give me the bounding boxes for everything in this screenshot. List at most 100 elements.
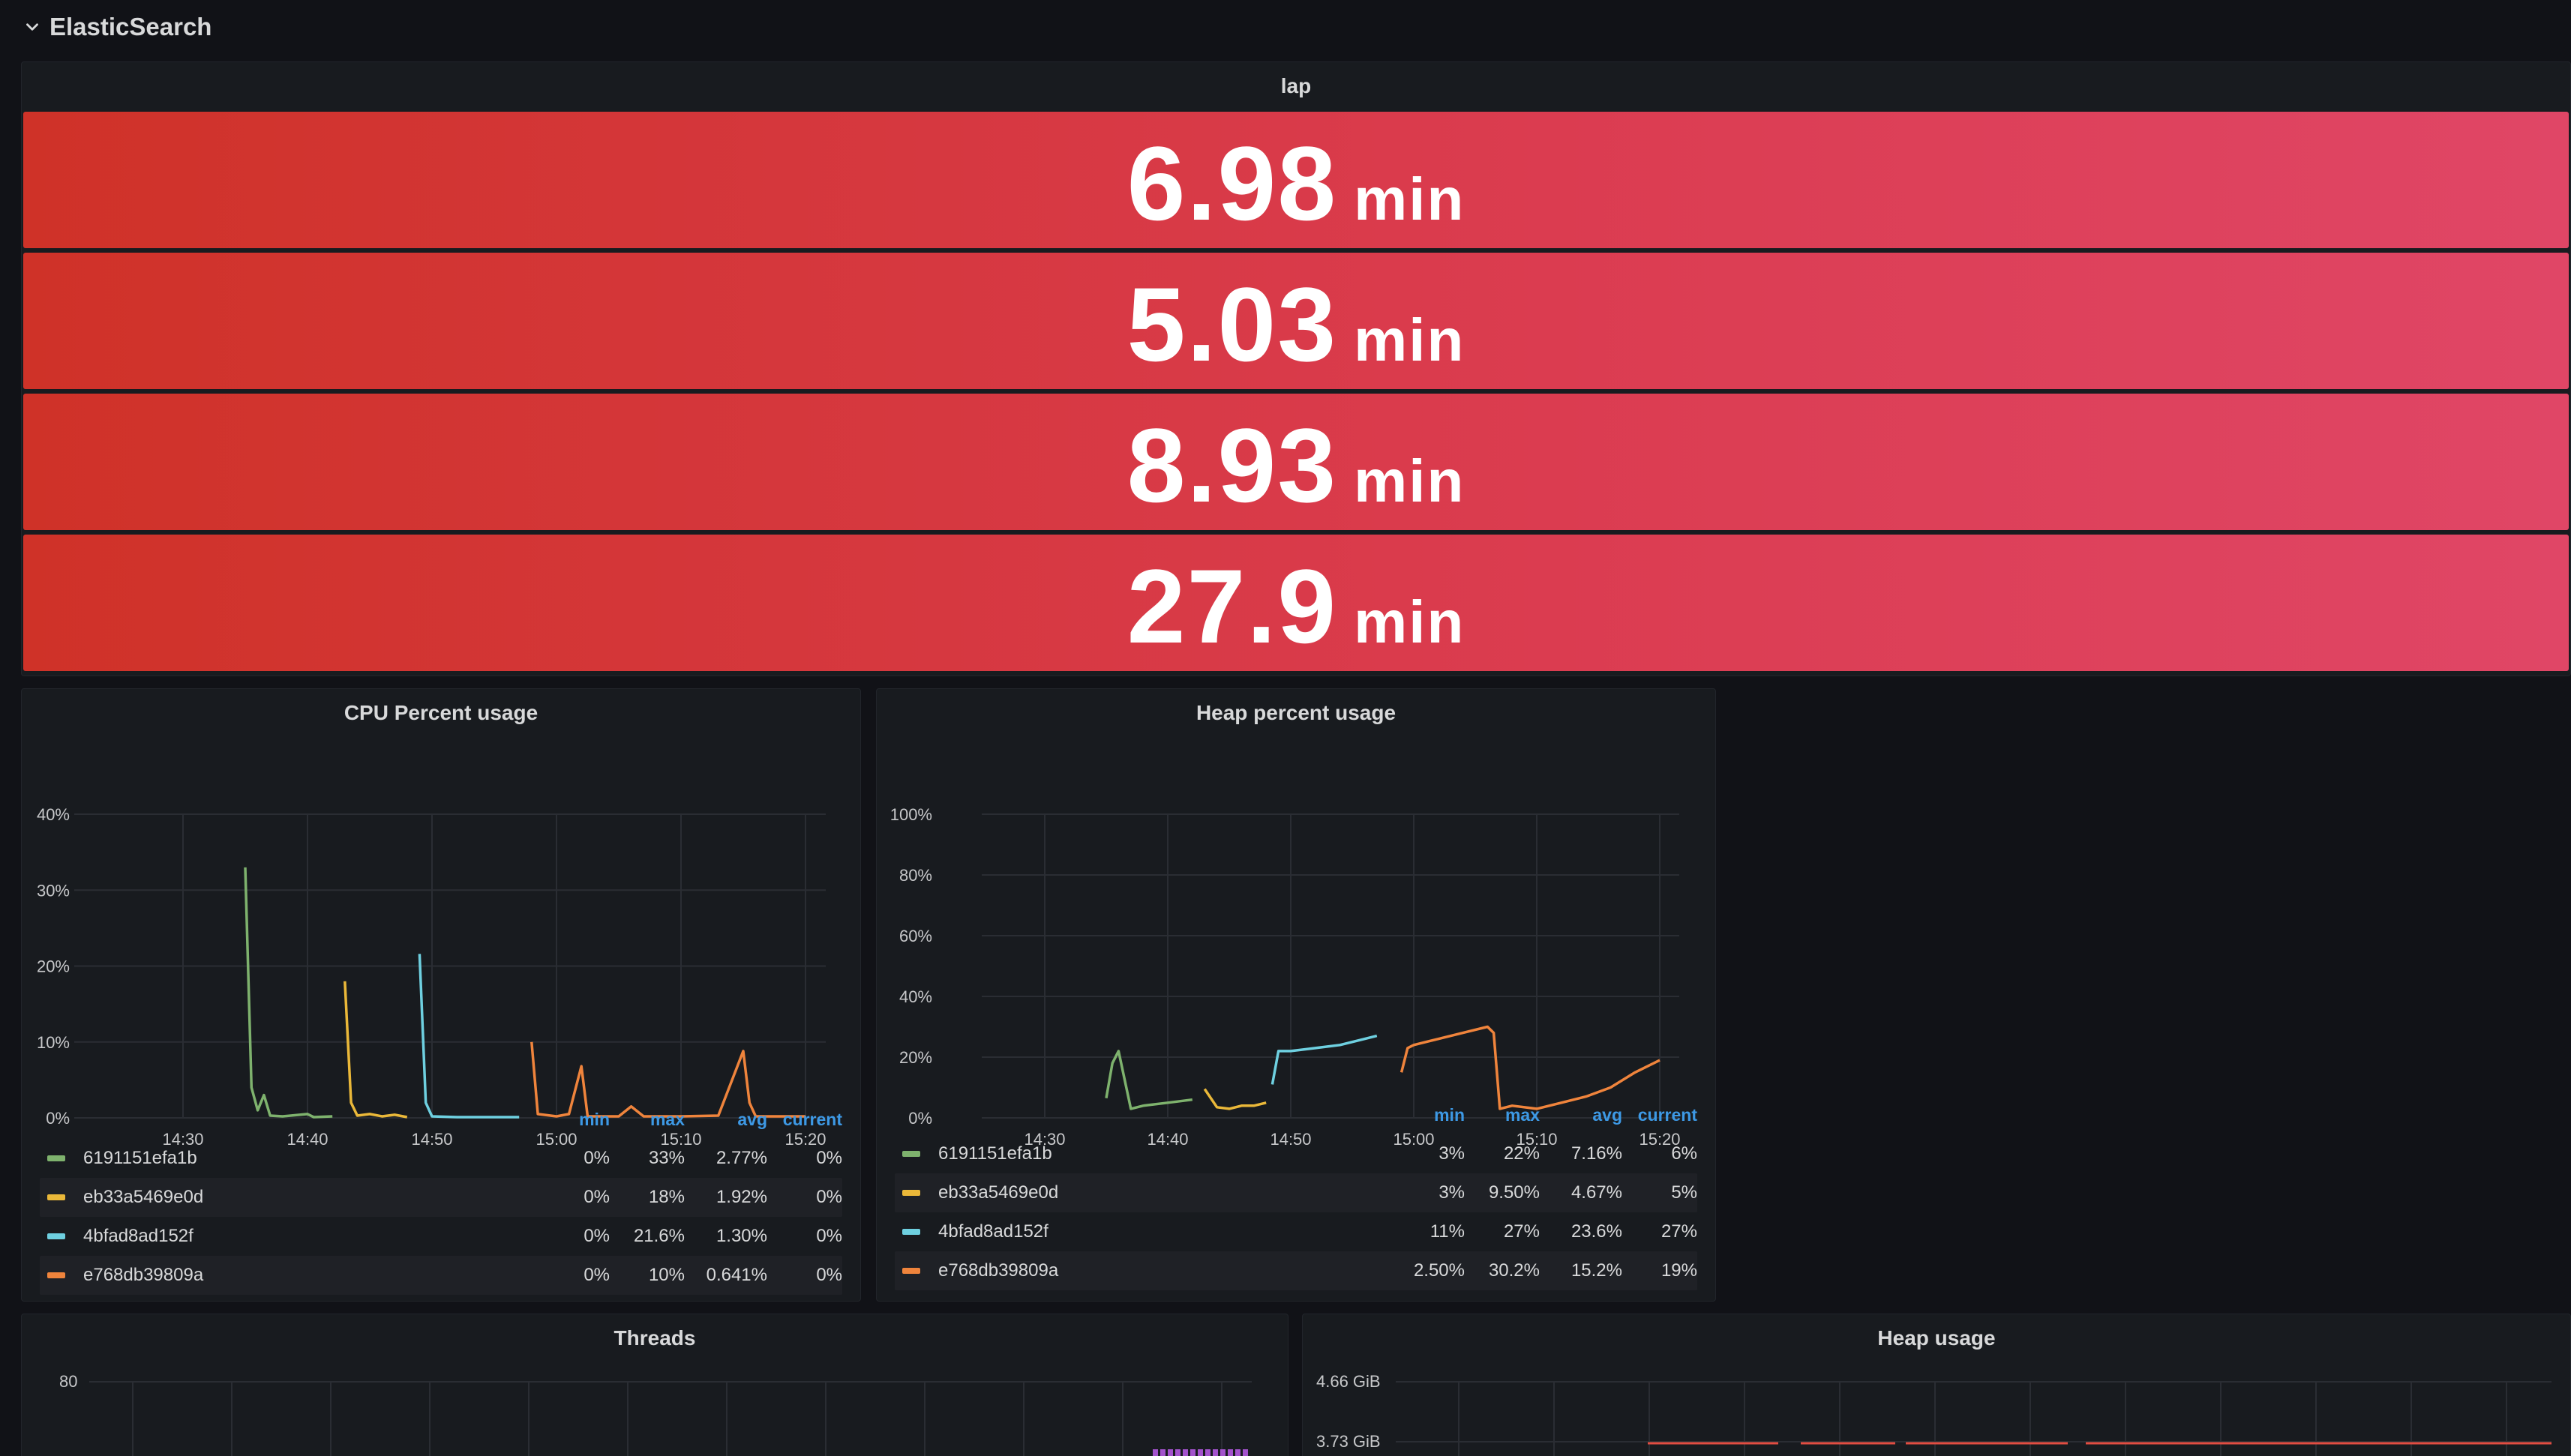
legend-avg-value: 0.641% — [706, 1265, 767, 1285]
thread-bar — [1160, 1449, 1166, 1456]
y-tick-label: 10% — [37, 1033, 70, 1052]
legend-row[interactable]: e768db39809a 0% 10% 0.641% 0% — [40, 1256, 842, 1295]
legend-min-value: 11% — [1430, 1221, 1465, 1242]
thread-bar — [1198, 1449, 1203, 1456]
cpu-panel: CPU Percent usage 40% 30% 20% 10% 0% 14:30 14:… — [21, 688, 861, 1302]
legend-swatch[interactable] — [47, 1272, 65, 1278]
lap-stat-row: 8.93 min — [23, 394, 2569, 530]
legend-max-value: 27% — [1503, 1221, 1540, 1242]
legend-row[interactable]: 4bfad8ad152f 0% 21.6% 1.30% 0% — [40, 1217, 842, 1256]
legend-current-value: 0% — [816, 1187, 842, 1207]
thread-bar — [1228, 1449, 1233, 1456]
legend-min-value: 3% — [1438, 1182, 1465, 1203]
legend-min-value: 0% — [584, 1148, 610, 1168]
legend-avg-value: 7.16% — [1570, 1143, 1622, 1164]
legend-row[interactable]: eb33a5469e0d 3% 9.50% 4.67% 5% — [895, 1173, 1697, 1212]
legend-avg-header[interactable]: avg — [1540, 1105, 1622, 1125]
legend-current-value: 27% — [1660, 1221, 1697, 1242]
legend-current-value: 19% — [1660, 1260, 1697, 1281]
legend-current-value: 0% — [816, 1265, 842, 1285]
legend-max-value: 22% — [1503, 1143, 1540, 1164]
stat-value: 6.98 min — [1126, 124, 1466, 242]
panel-title[interactable]: Heap percent usage — [877, 689, 1715, 737]
legend-series-name[interactable]: e768db39809a — [83, 1265, 550, 1286]
heap-percent-legend: min max avg current 6191151efa1b 3% 22% 7.1… — [895, 1095, 1697, 1290]
thread-bar — [1183, 1449, 1188, 1456]
legend-min-value: 2.50% — [1413, 1260, 1465, 1281]
y-tick-label: 3.73 GiB — [1316, 1432, 1381, 1451]
threads-chart[interactable]: 80 — [22, 1359, 1288, 1456]
legend-row[interactable]: 6191151efa1b 3% 22% 7.16% 6% — [895, 1134, 1697, 1173]
legend-swatch[interactable] — [47, 1194, 65, 1200]
row-header-elasticsearch[interactable]: ElasticSearch — [0, 0, 2571, 54]
legend-series-name[interactable]: 4bfad8ad152f — [83, 1226, 550, 1247]
legend-max-value: 21.6% — [633, 1226, 685, 1246]
y-tick-label: 40% — [37, 805, 70, 824]
legend-min-value: 0% — [584, 1226, 610, 1246]
legend-row[interactable]: 6191151efa1b 0% 33% 2.77% 0% — [40, 1139, 842, 1178]
legend-min-header[interactable]: min — [1405, 1105, 1465, 1125]
legend-series-name[interactable]: e768db39809a — [938, 1260, 1405, 1281]
y-tick-label: 20% — [899, 1048, 932, 1067]
legend-swatch[interactable] — [902, 1190, 920, 1196]
series-line-4bfad8ad152f — [1270, 1034, 1378, 1085]
legend-series-name[interactable]: 6191151efa1b — [83, 1148, 550, 1169]
legend-max-header[interactable]: max — [1465, 1105, 1540, 1125]
legend-avg-header[interactable]: avg — [685, 1110, 767, 1130]
y-tick-label: 100% — [890, 805, 932, 824]
legend-current-value: 6% — [1671, 1143, 1697, 1164]
lap-stat-row: 5.03 min — [23, 253, 2569, 389]
legend-row[interactable]: eb33a5469e0d 0% 18% 1.92% 0% — [40, 1178, 842, 1217]
stat-unit: min — [1354, 448, 1466, 514]
legend-avg-value: 4.67% — [1570, 1182, 1622, 1203]
lap-stat-row: 27.9 min — [23, 535, 2569, 671]
legend-current-value: 0% — [816, 1226, 842, 1246]
chevron-down-icon — [26, 23, 38, 31]
stat-value: 5.03 min — [1126, 265, 1466, 383]
legend-swatch[interactable] — [902, 1229, 920, 1235]
legend-swatch[interactable] — [47, 1155, 65, 1161]
y-tick-label: 30% — [37, 881, 70, 900]
legend-row[interactable]: e768db39809a 2.50% 30.2% 15.2% 19% — [895, 1251, 1697, 1290]
legend-current-header[interactable]: current — [1622, 1105, 1697, 1125]
heap-usage-chart[interactable]: 4.66 GiB 3.73 GiB — [1303, 1359, 2571, 1456]
legend-min-value: 3% — [1438, 1143, 1465, 1164]
row-title: ElasticSearch — [50, 13, 212, 40]
legend-avg-value: 1.92% — [716, 1187, 767, 1207]
thread-bar — [1235, 1449, 1240, 1456]
y-tick-label: 40% — [899, 987, 932, 1006]
panel-title[interactable]: Threads — [22, 1314, 1288, 1362]
stat-unit: min — [1354, 589, 1466, 655]
legend-series-name[interactable]: eb33a5469e0d — [83, 1187, 550, 1208]
legend-avg-value: 2.77% — [716, 1148, 767, 1168]
legend-series-name[interactable]: 4bfad8ad152f — [938, 1221, 1405, 1242]
legend-max-value: 9.50% — [1488, 1182, 1540, 1203]
legend-series-name[interactable]: 6191151efa1b — [938, 1143, 1405, 1164]
legend-series-name[interactable]: eb33a5469e0d — [938, 1182, 1405, 1203]
legend-row[interactable]: 4bfad8ad152f 11% 27% 23.6% 27% — [895, 1212, 1697, 1251]
legend-max-header[interactable]: max — [610, 1110, 685, 1130]
legend-swatch[interactable] — [902, 1268, 920, 1274]
legend-min-value: 0% — [584, 1187, 610, 1207]
panel-title[interactable]: Heap usage — [1303, 1314, 2570, 1362]
series-line-eb33a5469e0d — [344, 981, 408, 1119]
legend-min-header[interactable]: min — [550, 1110, 610, 1130]
y-tick-label: 60% — [899, 927, 932, 945]
series-line-6191151efa1b — [244, 867, 333, 1119]
legend-swatch[interactable] — [47, 1233, 65, 1239]
thread-bar — [1175, 1449, 1180, 1456]
legend-swatch[interactable] — [902, 1151, 920, 1157]
y-tick-label: 80 — [59, 1372, 77, 1391]
legend-min-value: 0% — [584, 1265, 610, 1285]
panel-title[interactable]: lap — [22, 62, 2570, 110]
panel-title[interactable]: CPU Percent usage — [22, 689, 860, 737]
thread-bar — [1168, 1449, 1173, 1456]
legend-avg-value: 15.2% — [1570, 1260, 1622, 1281]
legend-avg-value: 23.6% — [1570, 1221, 1622, 1242]
legend-header: min max avg current — [895, 1095, 1697, 1134]
heap-percent-panel: Heap percent usage 100% 80% 60% 40% 20% 0% 14:… — [876, 688, 1716, 1302]
legend-current-header[interactable]: current — [767, 1110, 842, 1130]
legend-current-value: 5% — [1671, 1182, 1697, 1203]
cpu-chart[interactable]: 40%30%20%10%0%14:30 14:40 14:50 15:00 15:10 1… — [22, 741, 861, 1161]
y-tick-label: 20% — [37, 957, 70, 976]
